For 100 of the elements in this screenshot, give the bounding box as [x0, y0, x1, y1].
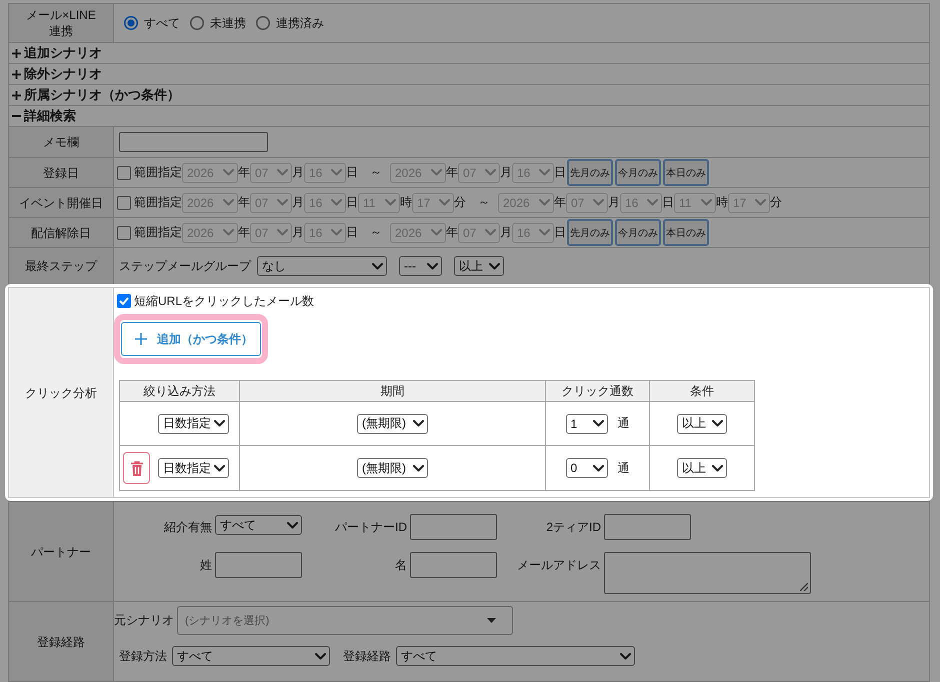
unit-label: 月	[500, 164, 512, 181]
row-label: メール×LINE 連携	[9, 4, 114, 42]
unit-label: 年	[446, 224, 458, 241]
checkbox[interactable]	[117, 166, 131, 180]
section-toggle[interactable]: 除外シナリオ	[8, 63, 930, 84]
plus-icon	[135, 333, 147, 345]
chevron-down-icon	[539, 199, 550, 206]
row-label: 登録経路	[9, 602, 114, 681]
count-select[interactable]: 1	[566, 414, 608, 434]
radio-label: すべて	[144, 14, 180, 32]
text-field[interactable]	[410, 552, 497, 578]
quick-range-button[interactable]: 先月のみ	[567, 219, 613, 246]
chevron-down-icon	[431, 229, 442, 236]
chevron-down-icon	[539, 169, 550, 176]
unit-label: 通	[618, 415, 630, 432]
text-field[interactable]	[410, 514, 497, 540]
quick-range-button[interactable]: 今月のみ	[615, 219, 661, 246]
chevron-down-icon	[539, 229, 550, 236]
chevron-down-icon	[214, 464, 225, 472]
chevron-down-icon	[315, 652, 326, 660]
scenario-select[interactable]: (シナリオを選択)	[177, 606, 513, 635]
step-select[interactable]: ---	[399, 256, 442, 276]
chevron-down-icon	[620, 652, 631, 660]
row-label: メモ欄	[9, 127, 114, 157]
dropdown[interactable]: すべて	[396, 646, 635, 666]
range-separator: ～	[478, 194, 490, 211]
checkbox-label: 範囲指定	[134, 224, 182, 241]
field-label: 紹介有無	[163, 519, 213, 535]
unit-label: 日	[554, 224, 566, 241]
field-label: ステップメールグループ	[119, 258, 251, 274]
condition-select[interactable]: 以上	[677, 458, 727, 478]
unit-label: 分	[454, 194, 466, 211]
chevron-down-icon	[431, 169, 442, 176]
unit-label: 時	[716, 194, 728, 211]
chevron-down-icon	[593, 199, 604, 206]
unit-label: 年	[238, 164, 250, 181]
field-label: 登録経路	[343, 648, 391, 664]
count-select[interactable]: 0	[566, 458, 608, 478]
chevron-down-icon	[287, 522, 298, 528]
memo-field[interactable]	[119, 132, 268, 152]
chevron-down-icon	[439, 199, 450, 206]
row-label: イベント開催日	[9, 188, 114, 217]
quick-range-button[interactable]: 本日のみ	[663, 159, 709, 186]
period-select[interactable]: (無期限)	[357, 458, 428, 478]
chevron-down-icon	[385, 199, 396, 206]
quick-range-button[interactable]: 先月のみ	[567, 159, 613, 186]
chevron-down-icon	[701, 199, 712, 206]
unit-label: 日	[346, 194, 358, 211]
resize-grip-icon	[800, 583, 808, 591]
unit-label: 年	[238, 224, 250, 241]
checkbox[interactable]	[117, 294, 131, 308]
method-select[interactable]: 日数指定	[158, 458, 229, 478]
unit-label: 月	[608, 194, 620, 211]
radio-button[interactable]	[256, 16, 270, 30]
field-label: 名	[394, 557, 408, 573]
field-label: パートナーID	[334, 519, 408, 535]
chevron-down-icon	[592, 464, 604, 472]
condition-select[interactable]: 以上	[677, 414, 727, 434]
radio-button[interactable]	[190, 16, 204, 30]
text-field[interactable]	[215, 552, 302, 578]
chevron-down-icon	[712, 420, 723, 427]
quick-range-button[interactable]: 本日のみ	[663, 219, 709, 246]
row-label: 最終ステップ	[9, 248, 114, 284]
delete-button[interactable]	[123, 452, 150, 484]
section-toggle[interactable]: 詳細検索	[8, 105, 930, 126]
chevron-down-icon	[712, 464, 723, 472]
unit-label: 日	[662, 194, 674, 211]
checkbox[interactable]	[117, 196, 131, 210]
chevron-down-icon	[331, 229, 342, 236]
unit-label: 月	[500, 224, 512, 241]
column-header: 条件	[650, 380, 754, 402]
radio-label: 連携済み	[276, 14, 324, 32]
checkbox[interactable]	[117, 226, 131, 240]
unit-label: 月	[292, 194, 304, 211]
range-separator: ～	[370, 164, 382, 181]
method-select[interactable]: 日数指定	[158, 414, 229, 434]
caret-down-icon	[487, 618, 496, 623]
textarea-field[interactable]	[604, 552, 811, 594]
chevron-down-icon	[427, 262, 438, 270]
text-field[interactable]	[604, 514, 691, 540]
period-select[interactable]: (無期限)	[357, 414, 428, 434]
section-toggle[interactable]: 所属シナリオ（かつ条件）	[8, 84, 930, 105]
chevron-down-icon	[372, 262, 383, 270]
chevron-down-icon	[331, 199, 342, 206]
checkbox-label: 範囲指定	[134, 194, 182, 211]
unit-label: 月	[292, 224, 304, 241]
comparison-select[interactable]: 以上	[454, 256, 504, 276]
row-label: パートナー	[9, 502, 114, 601]
dropdown[interactable]: すべて	[172, 646, 330, 666]
chevron-down-icon	[489, 262, 500, 270]
group-select[interactable]: なし	[257, 256, 387, 276]
section-toggle[interactable]: 追加シナリオ	[8, 42, 930, 63]
quick-range-button[interactable]: 今月のみ	[615, 159, 661, 186]
dropdown[interactable]: すべて	[215, 515, 302, 535]
chevron-down-icon	[277, 169, 288, 176]
radio-button[interactable]	[124, 16, 138, 30]
chevron-down-icon	[485, 229, 496, 236]
column-header: クリック通数	[546, 380, 650, 402]
chevron-down-icon	[331, 169, 342, 176]
add-condition-button[interactable]: 追加（かつ条件）	[121, 322, 261, 356]
